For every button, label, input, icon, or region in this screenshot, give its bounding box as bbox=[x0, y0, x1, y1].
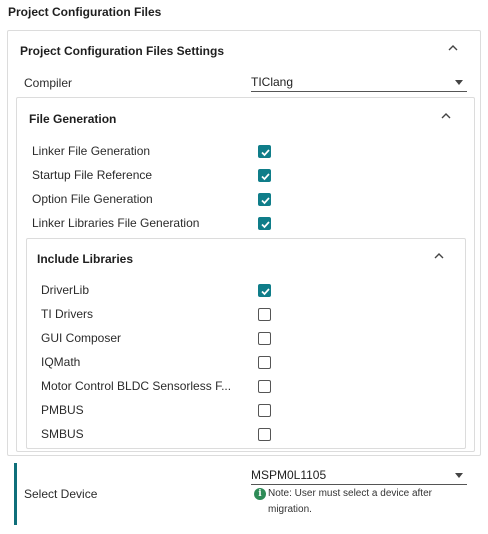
compiler-select-value: TIClang bbox=[251, 75, 294, 89]
library-item-checkbox[interactable] bbox=[258, 332, 271, 345]
library-item-checkbox[interactable] bbox=[258, 404, 271, 417]
file-generation-item-checkbox[interactable] bbox=[258, 145, 271, 158]
include-libraries-collapse-chevron-icon[interactable] bbox=[433, 251, 445, 261]
file-generation-item-label: Linker File Generation bbox=[32, 144, 151, 158]
compiler-label: Compiler bbox=[24, 76, 73, 90]
device-note-line1: Note: User must select a device after bbox=[268, 488, 432, 499]
device-note-line2: migration. bbox=[268, 504, 312, 515]
file-generation-item-label: Option File Generation bbox=[32, 192, 153, 206]
library-item-label: Motor Control BLDC Sensorless F... bbox=[41, 379, 232, 393]
device-select-value: MSPM0L1105 bbox=[251, 468, 327, 482]
chevron-down-icon bbox=[455, 473, 463, 478]
library-item-label: IQMath bbox=[41, 355, 81, 369]
library-item-label: DriverLib bbox=[41, 283, 90, 297]
library-item-checkbox[interactable] bbox=[258, 380, 271, 393]
settings-panel-header: Project Configuration Files Settings bbox=[20, 44, 225, 58]
file-generation-item-checkbox[interactable] bbox=[258, 193, 271, 206]
library-item-label: PMBUS bbox=[41, 403, 84, 417]
library-item-checkbox[interactable] bbox=[258, 356, 271, 369]
library-item-checkbox[interactable] bbox=[258, 428, 271, 441]
file-generation-item-label: Startup File Reference bbox=[32, 168, 153, 182]
settings-collapse-chevron-icon[interactable] bbox=[447, 43, 459, 53]
file-generation-item-checkbox[interactable] bbox=[258, 217, 271, 230]
library-item-label: SMBUS bbox=[41, 427, 84, 441]
file-generation-collapse-chevron-icon[interactable] bbox=[440, 111, 452, 121]
device-select[interactable]: MSPM0L1105 bbox=[251, 467, 467, 485]
library-item-label: TI Drivers bbox=[41, 307, 93, 321]
device-note: Note: User must select a device after mi… bbox=[268, 486, 432, 518]
library-item-checkbox[interactable] bbox=[258, 308, 271, 321]
chevron-down-icon bbox=[455, 80, 463, 85]
include-libraries-header: Include Libraries bbox=[37, 252, 134, 266]
file-generation-item-checkbox[interactable] bbox=[258, 169, 271, 182]
file-generation-header: File Generation bbox=[29, 112, 117, 126]
select-device-label: Select Device bbox=[24, 487, 98, 501]
device-accent-bar bbox=[14, 463, 17, 525]
library-item-checkbox[interactable] bbox=[258, 284, 271, 297]
file-generation-item-label: Linker Libraries File Generation bbox=[32, 216, 200, 230]
page-title: Project Configuration Files bbox=[8, 5, 162, 19]
info-icon: i bbox=[254, 488, 266, 500]
compiler-select[interactable]: TIClang bbox=[251, 74, 467, 92]
library-item-label: GUI Composer bbox=[41, 331, 122, 345]
